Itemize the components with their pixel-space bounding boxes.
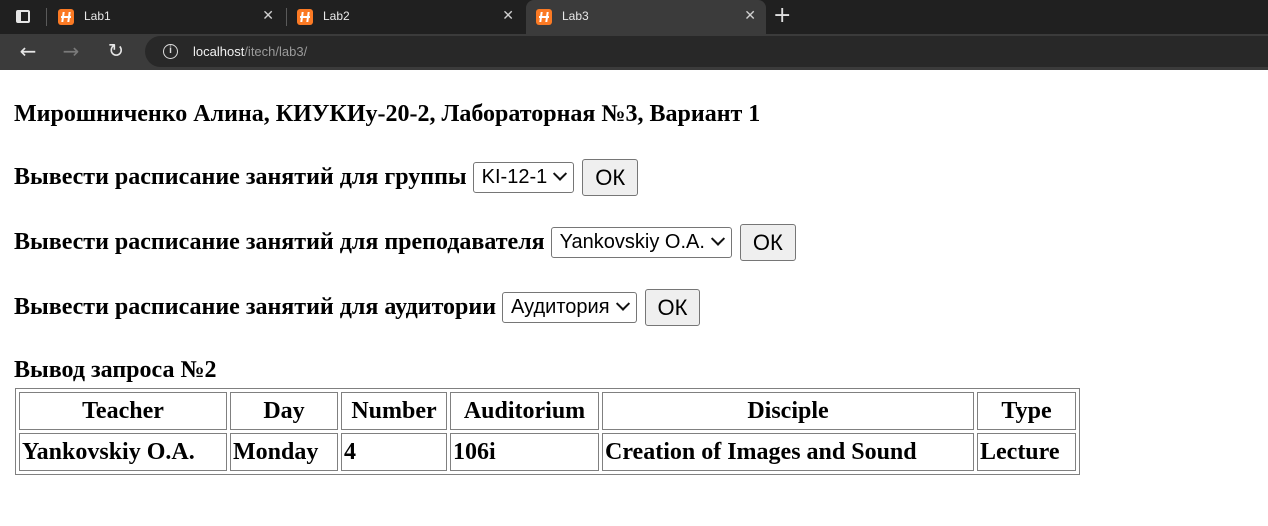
teacher-form: Вывести расписание занятий для преподава… [14,224,796,261]
table-cell: 106i [450,433,599,471]
tab-strip: Lab1 ✕ Lab2 ✕ Lab3 ✕ + [0,0,1268,34]
tab-actions-icon[interactable] [12,7,34,27]
column-header: Disciple [602,392,974,430]
tab-lab1[interactable]: Lab1 ✕ [48,0,284,34]
tab-title: Lab2 [323,9,350,23]
xampp-favicon-icon [536,9,552,25]
teacher-select[interactable]: Yankovskiy O.A. [550,227,732,258]
table-row: Yankovskiy O.A. Monday 4 106i Creation o… [19,433,1076,471]
close-icon[interactable]: ✕ [744,7,756,24]
tab-lab2[interactable]: Lab2 ✕ [287,0,524,34]
group-select-value: KI-12-1 [481,166,548,188]
xampp-favicon-icon [58,9,74,25]
table-header-row: Teacher Day Number Auditorium Disciple T… [19,392,1076,430]
chevron-down-icon [615,296,630,311]
column-header: Teacher [19,392,227,430]
chevron-down-icon [710,231,725,246]
new-tab-icon[interactable]: + [773,3,791,29]
url-path: /itech/lab3/ [244,44,308,59]
teacher-ok-button[interactable]: ОК [739,224,796,261]
table-cell: 4 [341,433,447,471]
url-text: localhost/itech/lab3/ [193,44,307,59]
auditorium-ok-button[interactable]: ОК [644,289,701,326]
close-icon[interactable]: ✕ [262,7,274,24]
url-host: localhost [193,44,245,59]
group-select[interactable]: KI-12-1 [472,162,575,193]
address-bar[interactable]: i localhost/itech/lab3/ [145,36,1268,67]
browser-toolbar: ← → ↻ i localhost/itech/lab3/ [0,34,1268,70]
page-content: Мирошниченко Алина, КИУКИу-20-2, Лаборат… [0,70,1268,526]
close-icon[interactable]: ✕ [502,7,514,24]
tab-separator [46,8,47,26]
back-arrow-icon[interactable]: ← [15,38,41,64]
column-header: Day [230,392,338,430]
teacher-select-value: Yankovskiy O.A. [559,231,705,253]
teacher-form-label: Вывести расписание занятий для преподава… [14,229,545,255]
tab-title: Lab3 [562,9,589,23]
xampp-favicon-icon [297,9,313,25]
group-ok-button[interactable]: ОК [582,159,639,196]
page-title: Мирошниченко Алина, КИУКИу-20-2, Лаборат… [14,101,761,127]
table-cell: Lecture [977,433,1076,471]
site-info-icon[interactable]: i [163,44,178,59]
tab-title: Lab1 [84,9,111,23]
chevron-down-icon [553,166,568,181]
schedule-table: Teacher Day Number Auditorium Disciple T… [15,388,1080,475]
group-form: Вывести расписание занятий для группы KI… [14,159,639,196]
result-title: Вывод запроса №2 [14,357,217,383]
reload-icon[interactable]: ↻ [103,38,129,64]
table-cell: Yankovskiy O.A. [19,433,227,471]
table-cell: Creation of Images and Sound [602,433,974,471]
auditorium-form: Вывести расписание занятий для аудитории… [14,289,701,326]
auditorium-select[interactable]: Аудитория [502,292,637,323]
forward-arrow-icon[interactable]: → [58,38,84,64]
table-cell: Monday [230,433,338,471]
auditorium-form-label: Вывести расписание занятий для аудитории [14,294,497,320]
column-header: Auditorium [450,392,599,430]
group-form-label: Вывести расписание занятий для группы [14,164,467,190]
auditorium-select-value: Аудитория [511,296,610,318]
column-header: Number [341,392,447,430]
column-header: Type [977,392,1076,430]
tab-lab3[interactable]: Lab3 ✕ [526,0,766,34]
